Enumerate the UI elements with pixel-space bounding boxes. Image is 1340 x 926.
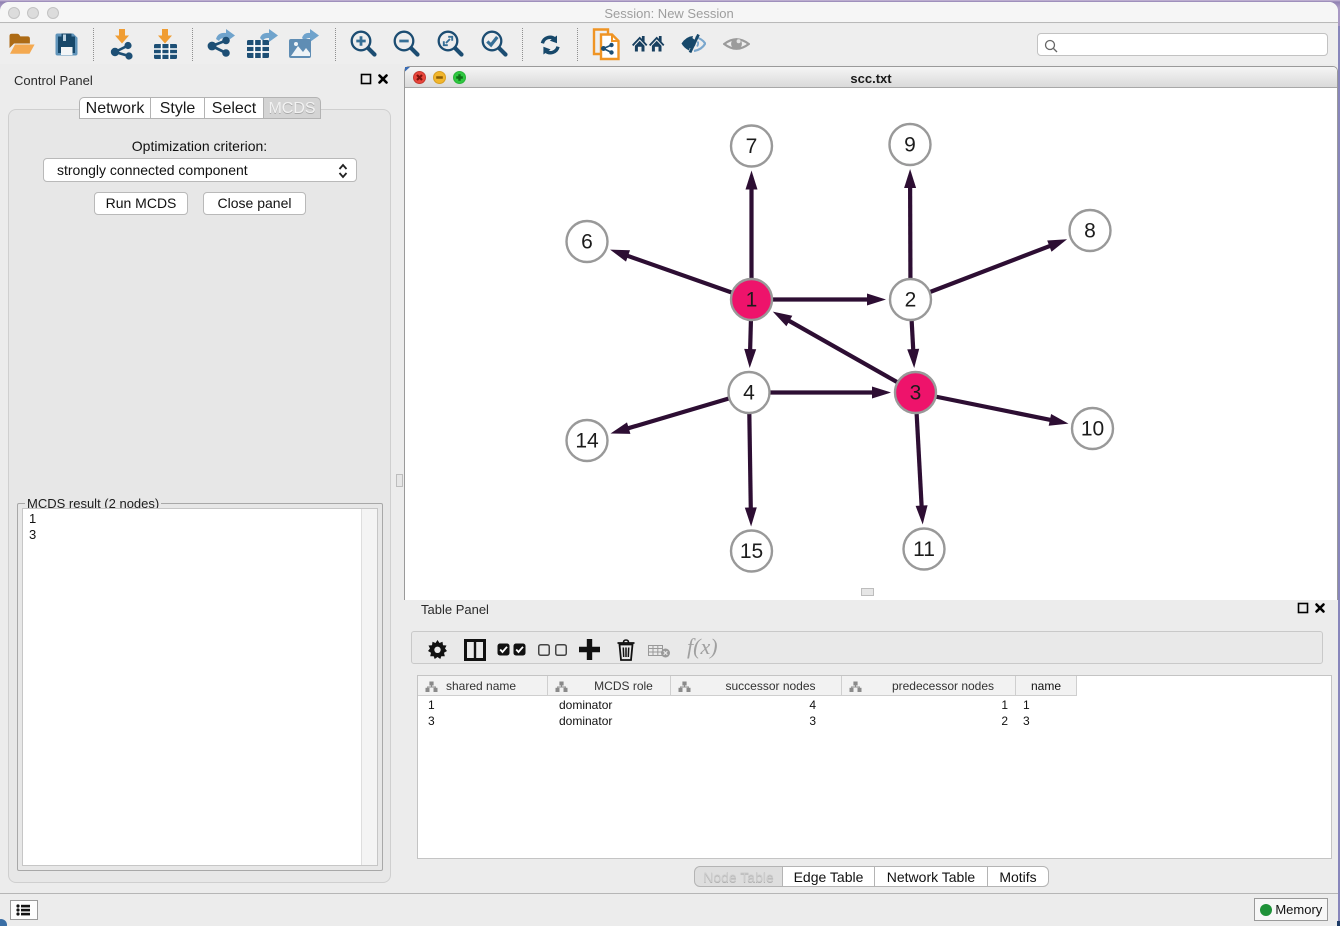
- svg-text:9: 9: [904, 134, 916, 157]
- svg-text:7: 7: [746, 135, 758, 158]
- svg-text:15: 15: [740, 540, 763, 563]
- svg-text:8: 8: [1084, 220, 1096, 243]
- svg-text:14: 14: [575, 430, 599, 453]
- svg-text:1: 1: [746, 289, 758, 312]
- svg-text:4: 4: [743, 382, 755, 405]
- svg-text:3: 3: [910, 382, 922, 405]
- svg-text:10: 10: [1081, 418, 1104, 441]
- svg-text:11: 11: [913, 538, 935, 561]
- svg-text:6: 6: [581, 231, 593, 254]
- svg-text:2: 2: [905, 289, 917, 312]
